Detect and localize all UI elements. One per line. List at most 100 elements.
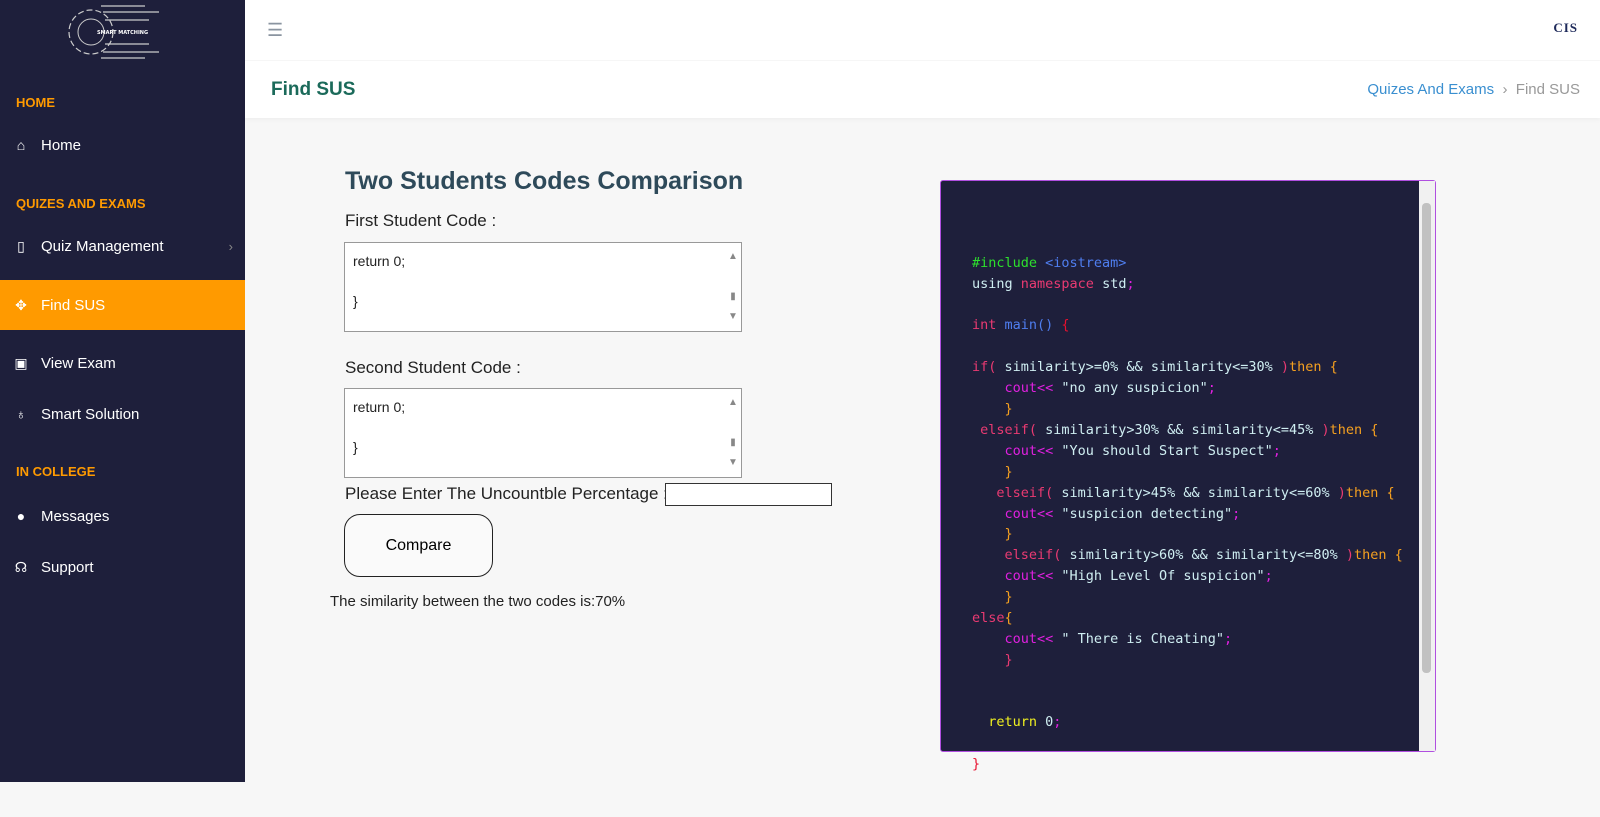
page-header: Find SUS Quizes And Exams › Find SUS (245, 61, 1600, 118)
code-line: } (972, 399, 1435, 420)
cis-logo: CIS (1553, 20, 1578, 35)
code-token: } (972, 401, 1013, 418)
code-line: cout<< "suspicion detecting"; (972, 504, 1435, 525)
sidebar-item-find-sus[interactable]: ✥ Find SUS (0, 280, 245, 330)
code-token: } (972, 651, 1013, 668)
first-code-textarea[interactable]: return 0; } ▲ ▮ ▼ (344, 242, 742, 332)
code-line: else{ (972, 608, 1435, 629)
code-token: } (972, 589, 1013, 606)
sidebar-item-label: Find SUS (41, 296, 106, 314)
file-code-icon: ▯ (17, 237, 25, 254)
code-panel: #include <iostream> using namespace std; i… (940, 180, 1436, 772)
code-scrollbar[interactable] (1419, 181, 1435, 751)
code-token: elseif( (972, 484, 1062, 501)
scrollbar[interactable]: ▲ ▮ ▼ (727, 393, 739, 473)
code-token: "no any suspicion" (1061, 380, 1208, 397)
sidebar-item-label: Home (41, 136, 82, 154)
code-line: elseif( similarity>30% && similarity<=45… (972, 420, 1435, 441)
code-token: main() (1004, 317, 1062, 334)
crosshair-icon: ✥ (15, 296, 27, 313)
code-token: elseif( (972, 547, 1070, 564)
home-icon: ⌂ (16, 137, 26, 153)
compare-button[interactable]: Compare (344, 514, 493, 577)
sidebar-item-label: View Exam (41, 354, 116, 372)
chat-icon: ● (16, 508, 26, 524)
code-token: "You should Start Suspect" (1061, 442, 1273, 459)
page-title: Find SUS (271, 79, 356, 100)
percentage-input[interactable] (665, 483, 832, 506)
section-home: HOME (16, 95, 55, 110)
sidebar-item-smart-solution[interactable]: ♁ Smart Solution (0, 389, 245, 439)
scrollbar-thumb[interactable] (1422, 203, 1431, 673)
code-line: } (972, 754, 1435, 775)
headset-icon: ☊ (14, 558, 28, 575)
scrollbar[interactable]: ▲ ▮ ▼ (727, 247, 739, 327)
code-token: ; (1207, 380, 1216, 397)
breadcrumb-current: Find SUS (1515, 81, 1580, 98)
code-token: cout<< (972, 568, 1062, 585)
lightbulb-icon: ♁ (15, 406, 27, 422)
code-token: std (1093, 275, 1127, 292)
sidebar-item-label: Quiz Management (41, 237, 164, 255)
code-token: ) (1337, 484, 1346, 501)
code-token: #include (972, 254, 1046, 271)
second-code-textarea[interactable]: return 0; } ▲ ▮ ▼ (344, 388, 742, 478)
code-line: } (972, 524, 1435, 545)
code-token: similarity>45% && similarity<=60% (1061, 484, 1338, 501)
code-token: namespace (1020, 275, 1094, 292)
code-token: <iostream> (1045, 254, 1127, 271)
first-code-label: First Student Code : (345, 211, 497, 230)
code-token: "High Level Of suspicion" (1061, 568, 1265, 585)
svg-text:SMART MATCHING: SMART MATCHING (97, 30, 148, 36)
sidebar-item-quiz-management[interactable]: ▯ Quiz Management › (0, 221, 245, 271)
percentage-label: Please Enter The Uncountble Percentage : (345, 484, 668, 503)
code-token: then { (1345, 484, 1395, 501)
code-token: similarity>60% && similarity<=80% (1069, 547, 1346, 564)
code-token: elseif( (972, 421, 1046, 438)
code-block: #include <iostream> using namespace std; i… (972, 253, 1435, 775)
breadcrumb-link-quizes[interactable]: Quizes And Exams (1367, 81, 1494, 98)
code-line: } (972, 462, 1435, 483)
sidebar-item-messages[interactable]: ● Messages (0, 491, 245, 541)
code-token: ; (1232, 505, 1241, 522)
code-token: then { (1354, 547, 1403, 564)
sidebar-item-label: Smart Solution (41, 405, 140, 423)
code-token: } (972, 526, 1013, 543)
chevron-right-icon: › (1502, 81, 1508, 98)
code-token: return (972, 714, 1046, 731)
sidebar-item-view-exam[interactable]: ▣ View Exam (0, 338, 245, 388)
sidebar-item-label: Messages (41, 507, 110, 525)
sidebar: SMART MATCHING HOME QUIZES AND EXAMS IN … (0, 0, 245, 782)
section-quizes-and-exams: QUIZES AND EXAMS (16, 196, 146, 211)
code-token: } (972, 756, 981, 773)
code-token: using (972, 275, 1021, 292)
code-token: ; (1126, 275, 1135, 292)
section-in-college: IN COLLEGE (16, 464, 96, 479)
code-token: similarity>30% && similarity<=45% (1045, 421, 1322, 438)
code-token: ; (1053, 714, 1062, 731)
code-token: ) (1321, 421, 1330, 438)
menu-toggle-icon[interactable]: ☰ (267, 20, 283, 41)
code-token: ; (1264, 568, 1273, 585)
code-line: int main() { (972, 315, 1435, 336)
code-token: else (972, 609, 1005, 626)
code-token: } (972, 463, 1013, 480)
code-line: return 0; (972, 712, 1435, 733)
code-line: if( similarity>=0% && similarity<=30% )t… (972, 357, 1435, 378)
code-token: cout<< (972, 630, 1062, 647)
smart-matching-logo: SMART MATCHING (68, 5, 159, 59)
code-token: then { (1329, 421, 1379, 438)
sidebar-item-label: Support (41, 558, 94, 576)
code-token: if( (972, 359, 1005, 376)
second-code-label: Second Student Code : (345, 358, 521, 377)
top-bar: ☰ CIS (245, 0, 1600, 60)
sidebar-item-home[interactable]: ⌂ Home (0, 120, 245, 170)
code-token: cout<< (972, 380, 1062, 397)
similarity-result: The similarity between the two codes is:… (330, 593, 626, 610)
file-excel-icon: ▣ (14, 354, 28, 371)
sidebar-item-support[interactable]: ☊ Support (0, 542, 245, 592)
